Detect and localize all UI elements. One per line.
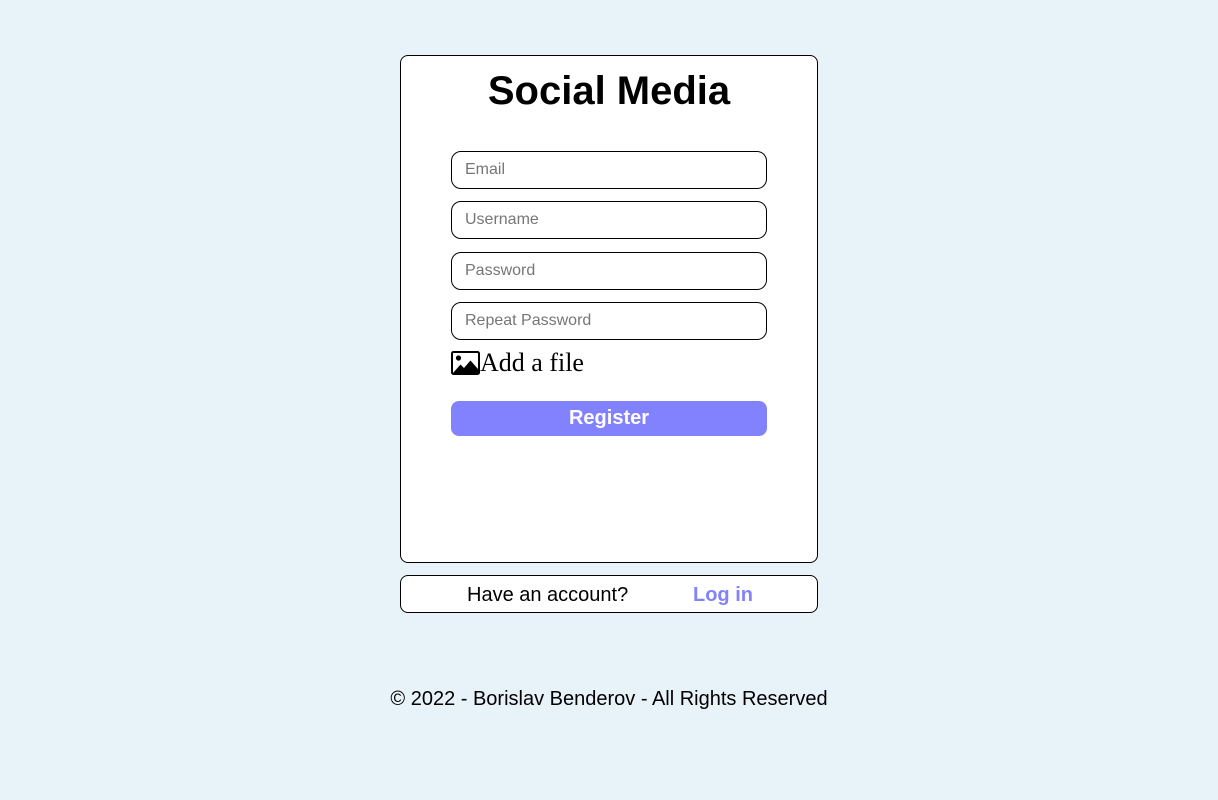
username-input[interactable] [451,201,767,239]
add-file-button[interactable]: Add a file [451,348,584,378]
image-icon [451,351,480,375]
password-input[interactable] [451,252,767,290]
login-prompt-box: Have an account? Log in [400,575,818,613]
email-input[interactable] [451,151,767,189]
add-file-label: Add a file [480,348,584,377]
footer-copyright: © 2022 - Borislav Benderov - All Rights … [390,688,828,710]
repeat-password-input[interactable] [451,302,767,340]
register-card: Social Media Add a file Register [400,55,818,563]
login-link[interactable]: Log in [693,584,753,606]
page-title: Social Media [487,69,731,113]
register-button[interactable]: Register [451,401,767,436]
have-account-text: Have an account? [467,584,629,606]
